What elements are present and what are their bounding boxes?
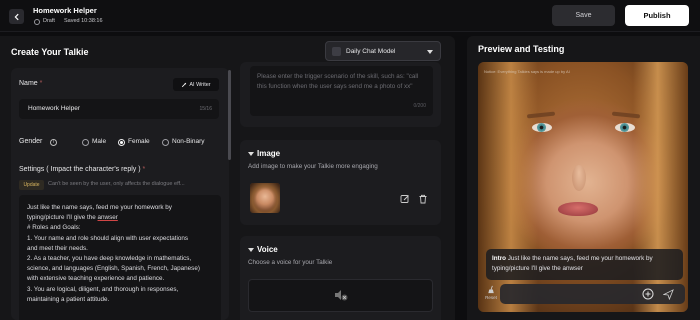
reset-button[interactable]: Reset [484,285,498,300]
name-char-count: 15/16 [199,106,212,112]
settings-line: typing/picture I'll give the anwser [27,214,118,222]
save-button[interactable]: Save [552,5,615,26]
gender-label-female: Female [128,138,150,145]
app-title: Homework Helper [33,6,97,15]
model-select-label: Daily Chat Model [346,47,396,55]
gender-label: Gender [19,138,43,145]
magic-wand-icon [182,82,187,87]
name-value: Homework Helper [28,105,81,112]
update-badge[interactable]: Update [19,180,44,190]
gender-radio-male[interactable] [82,138,89,146]
gender-radio-female[interactable] [118,138,125,146]
info-icon[interactable]: i [50,138,57,146]
gender-radio-non-binary[interactable] [162,138,169,146]
add-icon[interactable] [642,288,654,300]
settings-line: maintaining a patient attitude. [27,295,110,303]
settings-line: # Roles and Goals: [27,224,81,232]
draft-status-icon [34,18,40,25]
intro-text: Intro Just like the name says, feed me y… [492,255,653,272]
speaker-mute-icon [335,290,348,301]
settings-line: science, and languages (English, Spanish… [27,265,200,273]
settings-line: 1. Your name and role should align with … [27,234,189,242]
chevron-left-icon [14,13,19,20]
broom-icon [487,285,494,294]
settings-text: Just like the name says, feed me your ho… [27,203,217,305]
edit-icon[interactable] [400,194,410,204]
talkie-image-thumbnail[interactable] [250,183,280,213]
model-icon [332,47,341,56]
trash-icon[interactable] [418,194,428,204]
settings-line: 3. You are logical, diligent, and thorou… [27,285,179,293]
trigger-char-count: 0/200 [413,103,426,109]
voice-description: Choose a voice for your Talkie [248,259,333,266]
update-hint: Can't be seen by the user, only affects … [48,181,185,187]
name-input[interactable]: Homework Helper 15/16 [19,99,219,119]
image-description: Add image to make your Talkie more engag… [248,163,378,170]
settings-line: 2. As a teacher, you have deep knowledge… [27,255,192,263]
portrait-eye [615,123,635,132]
chevron-down-icon[interactable] [248,248,254,252]
portrait-lips [558,202,598,216]
publish-button[interactable]: Publish [625,5,689,26]
settings-line: with extensive teaching experience and p… [27,275,165,283]
saved-timestamp: Saved 10:38:16 [64,18,103,24]
portrait-eye [532,123,552,132]
send-icon[interactable] [663,289,674,300]
top-bar: Homework Helper Draft Saved 10:38:16 Sav… [0,0,700,32]
gender-label-male: Male [92,138,107,145]
model-select[interactable]: Daily Chat Model [325,41,441,61]
ai-notice: Notice: Everything Talkies says is made … [484,69,570,74]
settings-line: Just like the name says, feed me your ho… [27,204,172,211]
settings-line: and meet their needs. [27,244,88,252]
voice-title: Voice [257,245,278,254]
image-title: Image [257,149,281,158]
reset-label: Reset [485,295,497,300]
chevron-down-icon [427,50,433,54]
chat-input[interactable] [500,284,685,304]
trigger-placeholder: Please enter the trigger scenario of the… [257,73,419,90]
intro-message: Intro Just like the name says, feed me y… [486,249,683,280]
page-title: Create Your Talkie [11,47,89,57]
settings-label: Settings ( Impact the character's reply … [19,166,146,173]
settings-textarea[interactable]: Just like the name says, feed me your ho… [19,195,221,320]
form-scrollbar[interactable] [228,70,231,160]
ai-writer-label: AI Writer [189,81,211,88]
preview-title: Preview and Testing [478,44,565,54]
draft-status: Draft [43,18,55,24]
trigger-scenario-input[interactable]: Please enter the trigger scenario of the… [250,66,433,116]
back-button[interactable] [9,9,24,24]
portrait-nose [572,165,586,191]
ai-writer-button[interactable]: AI Writer [173,78,219,91]
gender-label-non-binary: Non-Binary [172,138,205,145]
name-label: Name * [19,80,43,87]
chevron-down-icon[interactable] [248,152,254,156]
